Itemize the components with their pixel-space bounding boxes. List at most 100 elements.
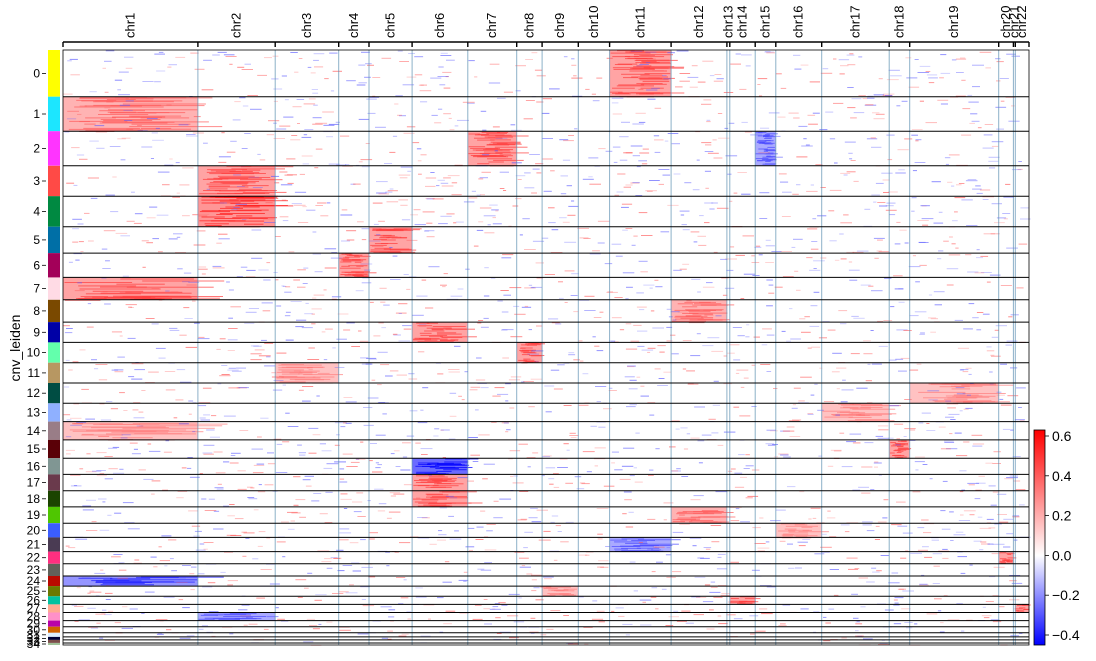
noise-dash <box>995 106 1007 108</box>
noise-dash <box>499 188 505 189</box>
noise-dash <box>86 453 91 455</box>
heat-streak <box>680 317 704 319</box>
noise-dash <box>1003 196 1014 198</box>
noise-dash <box>138 469 146 471</box>
noise-dash <box>182 167 194 169</box>
noise-dash <box>400 597 409 599</box>
heat-streak <box>610 52 651 54</box>
noise-dash <box>468 437 478 438</box>
noise-dash <box>596 610 605 612</box>
noise-dash <box>571 200 575 202</box>
noise-dash <box>1003 546 1011 548</box>
noise-dash <box>848 261 853 263</box>
noise-dash <box>87 592 91 594</box>
noise-dash <box>1018 243 1028 245</box>
noise-dash <box>972 64 984 66</box>
heat-streak <box>420 481 440 483</box>
noise-dash <box>487 224 491 226</box>
noise-dash <box>472 461 479 462</box>
noise-dash <box>202 387 212 389</box>
noise-dash <box>173 233 183 235</box>
noise-dash <box>127 528 140 530</box>
heat-streak <box>110 112 157 114</box>
noise-dash <box>684 182 692 184</box>
noise-dash <box>655 448 660 450</box>
heat-streak <box>230 202 259 204</box>
noise-dash <box>682 263 690 265</box>
noise-dash <box>649 287 653 289</box>
noise-dash <box>519 557 529 559</box>
noise-dash <box>928 317 937 319</box>
heat-streak <box>374 243 389 245</box>
noise-dash <box>626 286 633 288</box>
noise-dash <box>341 209 348 211</box>
noise-dash <box>544 385 555 387</box>
heat-streak <box>436 332 457 334</box>
noise-dash <box>659 351 665 353</box>
noise-dash <box>737 172 747 173</box>
noise-dash <box>72 361 79 363</box>
heat-streak <box>340 261 352 263</box>
noise-dash <box>479 177 488 179</box>
noise-dash <box>762 328 772 330</box>
noise-dash <box>787 486 796 488</box>
noise-dash <box>264 484 274 486</box>
noise-dash <box>874 466 878 468</box>
noise-dash <box>76 587 81 589</box>
noise-dash <box>811 241 818 242</box>
noise-dash <box>752 527 761 529</box>
noise-dash <box>663 371 671 373</box>
noise-dash <box>362 605 375 607</box>
noise-dash <box>298 452 306 454</box>
noise-dash <box>257 436 262 438</box>
heat-streak <box>289 378 331 380</box>
noise-dash <box>954 211 958 213</box>
noise-dash <box>873 94 885 96</box>
heat-streak <box>640 74 663 76</box>
noise-dash <box>813 291 820 293</box>
noise-dash <box>582 451 595 453</box>
noise-dash <box>457 288 464 290</box>
noise-dash <box>614 297 623 298</box>
noise-dash <box>960 514 964 516</box>
noise-dash <box>225 56 237 57</box>
noise-dash <box>89 140 99 142</box>
y-tick-label: 15 <box>27 442 41 456</box>
noise-dash <box>733 359 741 361</box>
noise-dash <box>980 255 989 257</box>
noise-dash <box>886 134 895 136</box>
noise-dash <box>667 204 679 206</box>
noise-dash <box>847 87 854 88</box>
noise-dash <box>717 553 726 555</box>
noise-dash <box>70 417 82 419</box>
noise-dash <box>312 297 317 299</box>
heat-streak <box>124 121 209 123</box>
noise-dash <box>95 613 106 615</box>
noise-dash <box>388 609 396 611</box>
noise-dash <box>410 214 418 216</box>
heat-streak <box>130 97 213 99</box>
noise-dash <box>461 399 465 401</box>
noise-dash <box>235 181 244 183</box>
noise-dash <box>662 174 671 176</box>
noise-dash <box>84 123 96 125</box>
noise-dash <box>771 251 782 252</box>
noise-dash <box>689 86 698 88</box>
noise-dash <box>417 160 422 162</box>
heat-streak <box>289 372 303 374</box>
noise-dash <box>414 224 426 226</box>
noise-dash <box>860 284 871 286</box>
heat-streak <box>421 499 439 501</box>
noise-dash <box>111 331 122 333</box>
noise-dash <box>155 619 168 620</box>
noise-dash <box>955 387 965 389</box>
heat-streak <box>682 511 720 512</box>
noise-dash <box>197 405 207 407</box>
noise-dash <box>896 501 906 503</box>
noise-dash <box>336 434 340 436</box>
noise-dash <box>170 291 179 293</box>
noise-dash <box>914 59 919 60</box>
noise-dash <box>947 619 960 621</box>
noise-dash <box>480 387 489 389</box>
cluster-color-bar <box>48 50 60 645</box>
